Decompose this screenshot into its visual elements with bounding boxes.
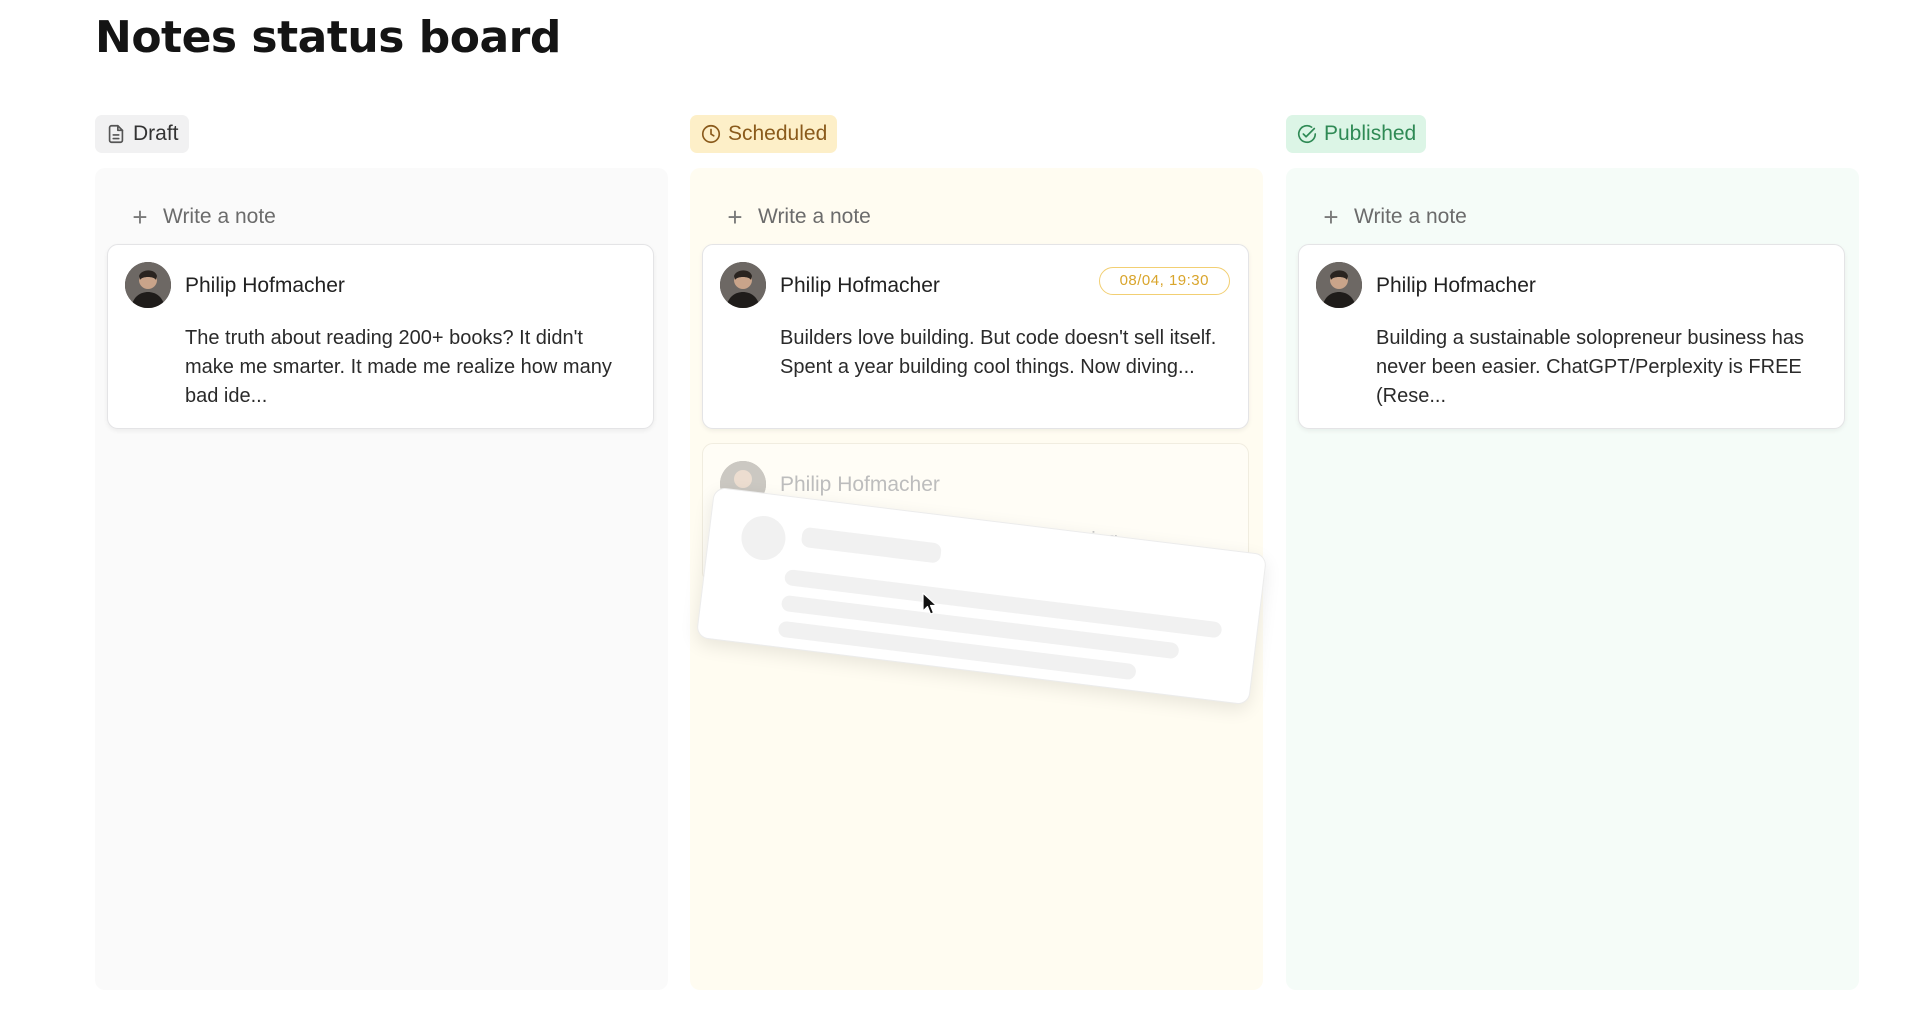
avatar: [1316, 262, 1362, 308]
column-body-draft[interactable]: + Write a note Philip Hofmacher The trut…: [95, 168, 668, 990]
note-card[interactable]: Philip Hofmacher The truth about reading…: [107, 244, 654, 429]
author-skeleton: [800, 526, 943, 564]
column-scheduled: Scheduled + Write a note Philip Hofmache…: [690, 115, 1263, 990]
avatar: [720, 262, 766, 308]
status-label: Draft: [133, 122, 179, 145]
avatar: [125, 262, 171, 308]
author-name: Philip Hofmacher: [1376, 274, 1536, 297]
plus-icon: +: [727, 202, 743, 232]
write-note-label: Write a note: [163, 205, 276, 228]
plus-icon: +: [132, 202, 148, 232]
author-name: Philip Hofmacher: [780, 274, 940, 297]
note-preview: Building a sustainable solopreneur busin…: [1376, 327, 1805, 407]
write-note-button[interactable]: + Write a note: [1322, 202, 1467, 232]
status-pill-scheduled: Scheduled: [690, 115, 838, 153]
write-note-label: Write a note: [758, 205, 871, 228]
status-label: Published: [1324, 122, 1417, 145]
scheduled-date-badge: 08/04, 19:30: [1098, 267, 1230, 295]
clock-icon: [700, 123, 722, 145]
status-pill-published: Published: [1286, 115, 1427, 153]
write-note-button[interactable]: + Write a note: [131, 202, 276, 232]
document-icon: [105, 123, 127, 145]
plus-icon: +: [1323, 202, 1339, 232]
page-title: Notes status board: [95, 12, 561, 63]
author-name: Philip Hofmacher: [185, 274, 345, 297]
mouse-cursor-icon: [922, 592, 938, 615]
note-card[interactable]: Philip Hofmacher Building a sustainable …: [1298, 244, 1845, 429]
note-preview: The truth about reading 200+ books? It d…: [185, 327, 612, 407]
author-name: Philip Hofmacher: [780, 473, 940, 496]
status-label: Scheduled: [728, 122, 828, 145]
write-note-label: Write a note: [1354, 205, 1467, 228]
check-circle-icon: [1296, 123, 1318, 145]
write-note-button[interactable]: + Write a note: [726, 202, 871, 232]
column-draft: Draft + Write a note Philip Hofmacher Th…: [95, 115, 668, 990]
column-published: Published + Write a note Philip Hofmache…: [1286, 115, 1859, 990]
note-preview: Builders love building. But code doesn't…: [780, 327, 1217, 378]
note-card[interactable]: Philip Hofmacher 08/04, 19:30 Builders l…: [702, 244, 1249, 429]
avatar-skeleton: [738, 513, 788, 563]
status-pill-draft: Draft: [95, 115, 189, 153]
column-body-published[interactable]: + Write a note Philip Hofmacher Building…: [1286, 168, 1859, 990]
